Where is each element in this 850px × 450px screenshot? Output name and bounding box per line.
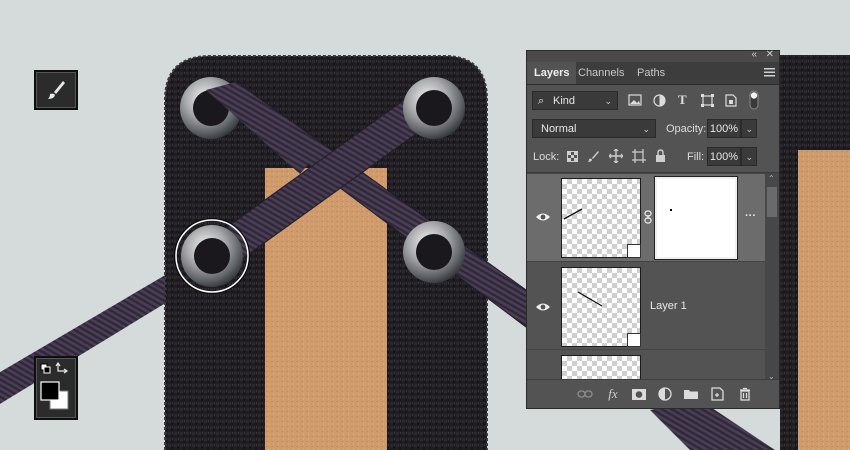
tab-channels[interactable]: Channels — [571, 62, 631, 84]
smart-object-badge-icon — [627, 244, 641, 258]
layer-row[interactable] — [527, 349, 765, 381]
smart-object-filter-icon[interactable] — [725, 94, 737, 107]
blend-row: Normal ⌄ Opacity: 100% ⌄ — [527, 117, 779, 141]
smart-object-badge-icon — [627, 333, 641, 347]
opacity-label: Opacity: — [666, 123, 707, 135]
layer-row[interactable]: Layer 1 — [527, 261, 765, 350]
lock-transparent-icon[interactable] — [567, 151, 578, 162]
filter-kind-label: Kind — [553, 95, 576, 107]
scroll-up-icon[interactable]: ⌃ — [768, 174, 775, 183]
lock-pixels-icon[interactable] — [587, 150, 600, 163]
layer-row[interactable]: ··· — [527, 173, 765, 262]
layer-name[interactable]: Layer 1 — [650, 300, 687, 312]
layer-more-icon: ··· — [745, 210, 756, 222]
layers-panel: « ✕ Layers Channels Paths ⌕ Kind ⌄ T Nor… — [526, 49, 780, 409]
tab-paths[interactable]: Paths — [630, 62, 672, 84]
fill-label: Fill: — [687, 151, 705, 163]
layers-scrollbar[interactable]: ⌃ ⌄ — [765, 173, 779, 381]
new-group-icon[interactable] — [683, 386, 699, 402]
opacity-slider-toggle[interactable]: ⌄ — [741, 119, 757, 138]
lock-row: Lock: Fill: 100% ⌄ — [527, 145, 779, 169]
layer-mask-thumbnail[interactable] — [655, 177, 737, 259]
panel-tabs: Layers Channels Paths — [527, 62, 779, 85]
brush-tool-button[interactable] — [34, 70, 78, 110]
tab-layers[interactable]: Layers — [527, 62, 577, 84]
swap-colors-icon[interactable] — [55, 361, 69, 374]
lock-artboard-icon[interactable] — [632, 149, 646, 163]
chain-link-icon[interactable] — [644, 210, 652, 224]
lock-all-icon[interactable] — [655, 149, 666, 162]
color-swatches[interactable] — [34, 356, 78, 420]
fill-slider-toggle[interactable]: ⌄ — [741, 147, 757, 166]
close-panel-icon[interactable]: ✕ — [766, 49, 774, 60]
lock-label: Lock: — [533, 151, 560, 163]
filter-toggle-icon[interactable] — [749, 90, 759, 110]
eye-icon[interactable] — [535, 302, 551, 312]
fx-icon[interactable]: fx — [605, 386, 621, 402]
search-icon: ⌕ — [538, 95, 545, 107]
layer-filter-row: ⌕ Kind ⌄ T — [527, 89, 779, 113]
brush-icon — [48, 81, 65, 99]
default-colors-icon[interactable] — [40, 363, 51, 374]
scroll-thumb[interactable] — [767, 187, 777, 217]
delete-layer-icon[interactable] — [737, 386, 753, 402]
filter-kind-dropdown[interactable]: ⌕ Kind ⌄ — [532, 91, 618, 110]
collapse-panel-icon[interactable]: « — [751, 49, 757, 60]
adjustment-layer-icon[interactable] — [657, 386, 673, 402]
blend-mode-dropdown[interactable]: Normal ⌄ — [532, 119, 656, 138]
panel-menu-icon[interactable] — [764, 67, 775, 77]
layer-thumbnail[interactable] — [561, 178, 641, 258]
layers-list: ··· Layer 1 ⌃ ⌄ — [527, 172, 779, 381]
chevron-down-icon: ⌄ — [642, 124, 650, 134]
eyelet-mid-right — [403, 221, 465, 283]
shape-filter-icon[interactable] — [701, 94, 714, 107]
image-filter-icon[interactable] — [628, 94, 642, 106]
lock-position-icon[interactable] — [609, 149, 623, 163]
panel-title-bar[interactable]: « ✕ — [527, 49, 779, 62]
eyelet-top-right — [403, 77, 465, 139]
fill-input[interactable]: 100% — [707, 147, 741, 166]
chevron-down-icon: ⌄ — [745, 152, 753, 162]
layer-thumbnail[interactable] — [561, 355, 641, 381]
add-mask-icon[interactable] — [631, 386, 647, 402]
new-layer-icon[interactable] — [709, 386, 725, 402]
foreground-color-swatch[interactable] — [40, 381, 60, 401]
opacity-input[interactable]: 100% — [707, 119, 741, 138]
fabric-panel-right — [780, 55, 850, 450]
eye-icon[interactable] — [535, 212, 551, 222]
eyelet-mid-left — [181, 225, 243, 287]
blend-mode-label: Normal — [541, 123, 577, 135]
layer-thumbnail[interactable] — [561, 267, 641, 347]
adjustment-filter-icon[interactable] — [653, 94, 666, 107]
chevron-down-icon: ⌄ — [745, 124, 753, 134]
chevron-down-icon: ⌄ — [604, 96, 612, 106]
type-filter-icon[interactable]: T — [678, 92, 687, 108]
layers-bottom-toolbar: fx — [527, 379, 779, 408]
link-layers-icon[interactable] — [577, 386, 593, 402]
